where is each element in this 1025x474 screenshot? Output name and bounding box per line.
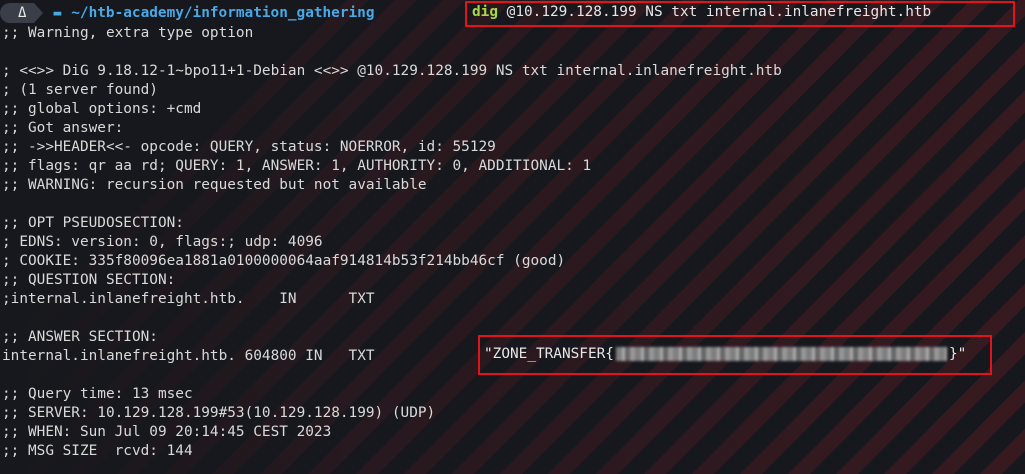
- prompt-directory-segment: ▬ ~/htb-academy/information_gathering: [43, 5, 374, 21]
- output-line-cookie: ; COOKIE: 335f80096ea1881a0100000064aaf9…: [2, 253, 566, 269]
- prompt-separator-icon: [34, 3, 44, 23]
- output-line-got-answer: ;; Got answer:: [2, 120, 124, 136]
- output-line-banner: ; <<>> DiG 9.18.12-1~bpo11+1-Debian <<>>…: [2, 63, 782, 79]
- command-keyword: dig: [472, 4, 498, 20]
- output-line-global-options: ;; global options: +cmd: [2, 101, 202, 117]
- output-line-flags: ;; flags: qr aa rd; QUERY: 1, ANSWER: 1,…: [2, 158, 592, 174]
- output-line-server: ;; SERVER: 10.129.128.199#53(10.129.128.…: [2, 405, 436, 421]
- output-line-answer-section: ;; ANSWER SECTION:: [2, 329, 158, 345]
- command-arguments: @10.129.128.199 NS txt internal.inlanefr…: [498, 4, 932, 20]
- txt-value-prefix: "ZONE_TRANSFER{: [484, 346, 614, 362]
- output-line-question-section: ;; QUESTION SECTION:: [2, 272, 176, 288]
- output-line-query-time: ;; Query time: 13 msec: [2, 386, 193, 402]
- output-line-answer-record: internal.inlanefreight.htb. 604800 IN TX…: [2, 348, 375, 364]
- prompt-directory: ~/htb-academy/information_gathering: [71, 5, 375, 21]
- prompt-user-glyph: Δ: [18, 5, 27, 21]
- output-line-msg-size: ;; MSG SIZE rcvd: 144: [2, 443, 193, 459]
- redacted-flag: [615, 347, 947, 361]
- terminal-window: Δ ▬ ~/htb-academy/information_gathering …: [0, 0, 1025, 474]
- txt-value-suffix: }": [948, 346, 967, 362]
- output-line-opt-pseudosection: ;; OPT PSEUDOSECTION:: [2, 215, 184, 231]
- output-line-warning: ;; Warning, extra type option: [2, 25, 254, 41]
- output-line-edns: ; EDNS: version: 0, flags:; udp: 4096: [2, 234, 323, 250]
- output-line-server-found: ; (1 server found): [2, 82, 158, 98]
- folder-icon: ▬: [53, 5, 62, 21]
- output-line-question-record: ;internal.inlanefreight.htb. IN TXT: [2, 291, 375, 307]
- output-line-when: ;; WHEN: Sun Jul 09 20:14:45 CEST 2023: [2, 424, 332, 440]
- output-line-header: ;; ->>HEADER<<- opcode: QUERY, status: N…: [2, 139, 496, 155]
- output-line-recursion-warning: ;; WARNING: recursion requested but not …: [2, 177, 427, 193]
- command-line[interactable]: dig @10.129.128.199 NS txt internal.inla…: [472, 4, 931, 20]
- txt-record-value[interactable]: "ZONE_TRANSFER{ }": [484, 346, 966, 362]
- prompt-user-segment: Δ: [0, 3, 35, 23]
